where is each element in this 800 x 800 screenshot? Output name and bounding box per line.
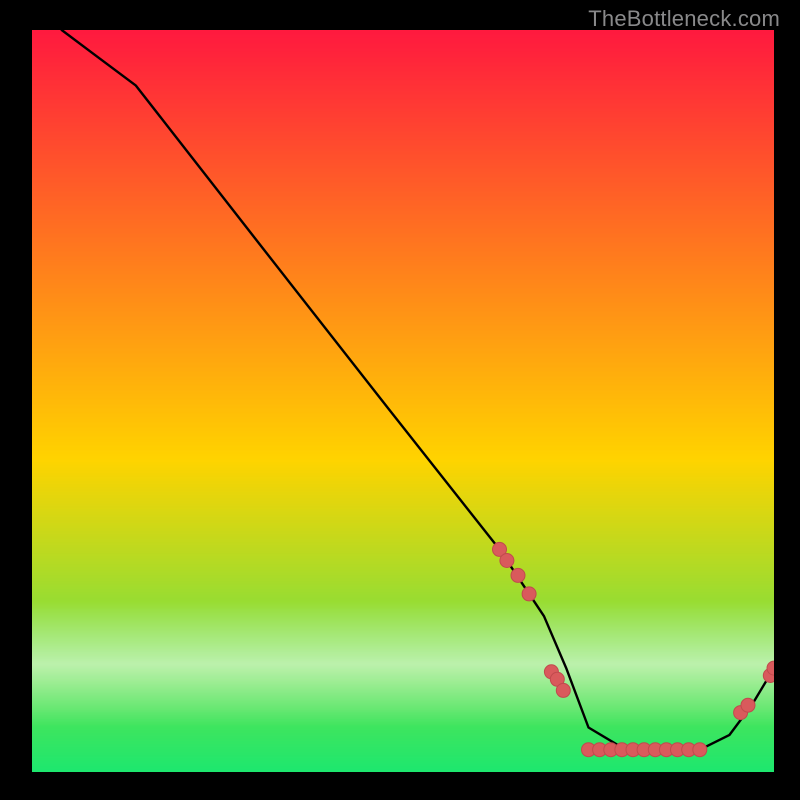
watermark-text: TheBottleneck.com: [588, 6, 780, 32]
data-point-marker: [511, 568, 525, 582]
bottleneck-curve: [62, 30, 774, 750]
data-point-marker: [741, 698, 755, 712]
data-point-marker: [693, 743, 707, 757]
data-point-marker: [522, 587, 536, 601]
plot-area: [32, 30, 774, 772]
data-point-marker: [556, 683, 570, 697]
chart-frame: TheBottleneck.com: [0, 0, 800, 800]
data-point-marker: [500, 554, 514, 568]
curve-layer: [32, 30, 774, 772]
